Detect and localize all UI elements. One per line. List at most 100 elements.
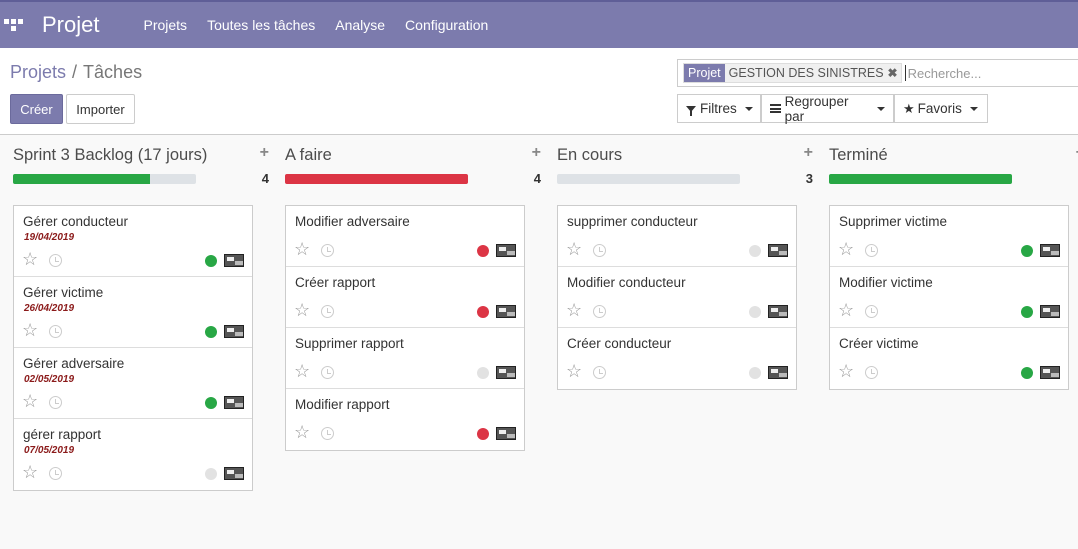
clock-icon[interactable] (865, 366, 878, 379)
task-card[interactable]: Gérer victime 26/04/2019 ☆ (14, 277, 252, 348)
star-icon[interactable]: ☆ (838, 361, 854, 382)
clock-icon[interactable] (321, 305, 334, 318)
card-list: Supprimer victime ☆ Modifier victime ☆ Créer… (829, 205, 1069, 390)
avatar (496, 305, 516, 318)
clock-icon[interactable] (321, 244, 334, 257)
clock-icon[interactable] (593, 305, 606, 318)
task-title: Modifier conducteur (567, 275, 686, 290)
star-icon[interactable]: ☆ (22, 320, 38, 341)
kanban-state-dot[interactable] (205, 468, 217, 480)
favorites-button[interactable]: ★ Favoris (894, 94, 988, 123)
task-card[interactable]: Créer rapport ☆ (286, 267, 524, 328)
app-brand: Projet (42, 12, 100, 37)
star-icon[interactable]: ☆ (566, 239, 582, 260)
nav-analyse[interactable]: Analyse (335, 17, 385, 33)
star-icon[interactable]: ☆ (22, 391, 38, 412)
task-title: Modifier victime (839, 275, 933, 290)
breadcrumb-current: Tâches (83, 62, 143, 82)
add-icon[interactable]: + (260, 144, 269, 162)
star-icon[interactable]: ☆ (566, 300, 582, 321)
task-title: Gérer victime (23, 285, 104, 300)
kanban-state-dot[interactable] (1021, 306, 1033, 318)
create-button[interactable]: Créer (10, 94, 63, 124)
nav-projets[interactable]: Projets (143, 17, 187, 33)
kanban-state-dot[interactable] (749, 367, 761, 379)
nav-toutes-les-taches[interactable]: Toutes les tâches (207, 17, 315, 33)
kanban-state-dot[interactable] (205, 397, 217, 409)
breadcrumb-projets[interactable]: Projets (10, 62, 66, 82)
task-card[interactable]: Gérer adversaire 02/05/2019 ☆ (14, 348, 252, 419)
caret-down-icon (969, 106, 978, 111)
card-list: Gérer conducteur 19/04/2019 ☆ Gérer victime… (13, 205, 253, 491)
column-progress-bar[interactable] (285, 174, 468, 184)
column-count: 4 (261, 171, 269, 186)
task-deadline: 07/05/2019 (24, 445, 75, 456)
search-input[interactable] (904, 65, 1065, 81)
column-progress-bar[interactable] (13, 174, 196, 184)
clock-icon[interactable] (321, 366, 334, 379)
task-title: Créer rapport (295, 275, 376, 290)
kanban-state-dot[interactable] (477, 245, 489, 257)
add-icon[interactable]: + (532, 144, 541, 162)
add-icon[interactable]: + (804, 144, 813, 162)
star-icon[interactable]: ☆ (838, 300, 854, 321)
column-progress-bar[interactable] (829, 174, 1012, 184)
clock-icon[interactable] (593, 366, 606, 379)
facet-label: Projet (684, 64, 725, 82)
progress-fill (13, 174, 151, 184)
filters-button[interactable]: Filtres (677, 94, 761, 123)
star-icon[interactable]: ☆ (294, 361, 310, 382)
star-icon[interactable]: ☆ (294, 300, 310, 321)
kanban-state-dot[interactable] (205, 255, 217, 267)
star-icon[interactable]: ☆ (294, 422, 310, 443)
kanban-state-dot[interactable] (477, 367, 489, 379)
column-progress-bar[interactable] (557, 174, 740, 184)
star-icon[interactable]: ☆ (566, 361, 582, 382)
column-count: 3 (805, 171, 813, 186)
progress-fill (285, 174, 468, 184)
star-icon[interactable]: ☆ (22, 249, 38, 270)
progress-fill (829, 174, 1012, 184)
star-icon[interactable]: ☆ (22, 462, 38, 483)
task-card[interactable]: Modifier conducteur ☆ (558, 267, 796, 328)
task-card[interactable]: gérer rapport 07/05/2019 ☆ (14, 419, 252, 490)
facet-remove-icon[interactable]: ✖ (888, 66, 901, 80)
kanban-state-dot[interactable] (1021, 367, 1033, 379)
task-card[interactable]: Modifier adversaire ☆ (286, 206, 524, 267)
clock-icon[interactable] (49, 396, 62, 409)
apps-grid-icon[interactable] (2, 14, 24, 36)
kanban-state-dot[interactable] (749, 306, 761, 318)
star-icon[interactable]: ☆ (294, 239, 310, 260)
favorites-label: Favoris (917, 101, 962, 116)
star-icon[interactable]: ☆ (838, 239, 854, 260)
task-card[interactable]: Modifier rapport ☆ (286, 389, 524, 450)
nav-configuration[interactable]: Configuration (405, 17, 488, 33)
kanban-state-dot[interactable] (477, 306, 489, 318)
task-card[interactable]: Créer conducteur ☆ (558, 328, 796, 389)
task-card[interactable]: Créer victime ☆ (830, 328, 1068, 389)
avatar (1040, 366, 1060, 379)
clock-icon[interactable] (49, 325, 62, 338)
task-card[interactable]: Modifier victime ☆ (830, 267, 1068, 328)
kanban-state-dot[interactable] (749, 245, 761, 257)
clock-icon[interactable] (865, 305, 878, 318)
clock-icon[interactable] (321, 427, 334, 440)
group-by-button[interactable]: Regrouper par (761, 94, 894, 124)
task-title: Modifier rapport (295, 397, 390, 412)
kanban-state-dot[interactable] (477, 428, 489, 440)
task-card[interactable]: Supprimer victime ☆ (830, 206, 1068, 267)
task-card[interactable]: supprimer conducteur ☆ (558, 206, 796, 267)
task-card[interactable]: Supprimer rapport ☆ (286, 328, 524, 389)
task-title: Modifier adversaire (295, 214, 410, 229)
clock-icon[interactable] (49, 254, 62, 267)
kanban-state-dot[interactable] (205, 326, 217, 338)
clock-icon[interactable] (593, 244, 606, 257)
search-box[interactable]: Projet GESTION DES SINISTRES ✖ (677, 59, 1078, 87)
import-button[interactable]: Importer (66, 94, 135, 124)
clock-icon[interactable] (49, 467, 62, 480)
avatar (1040, 305, 1060, 318)
task-card[interactable]: Gérer conducteur 19/04/2019 ☆ (14, 206, 252, 277)
clock-icon[interactable] (865, 244, 878, 257)
avatar (224, 396, 244, 409)
kanban-state-dot[interactable] (1021, 245, 1033, 257)
